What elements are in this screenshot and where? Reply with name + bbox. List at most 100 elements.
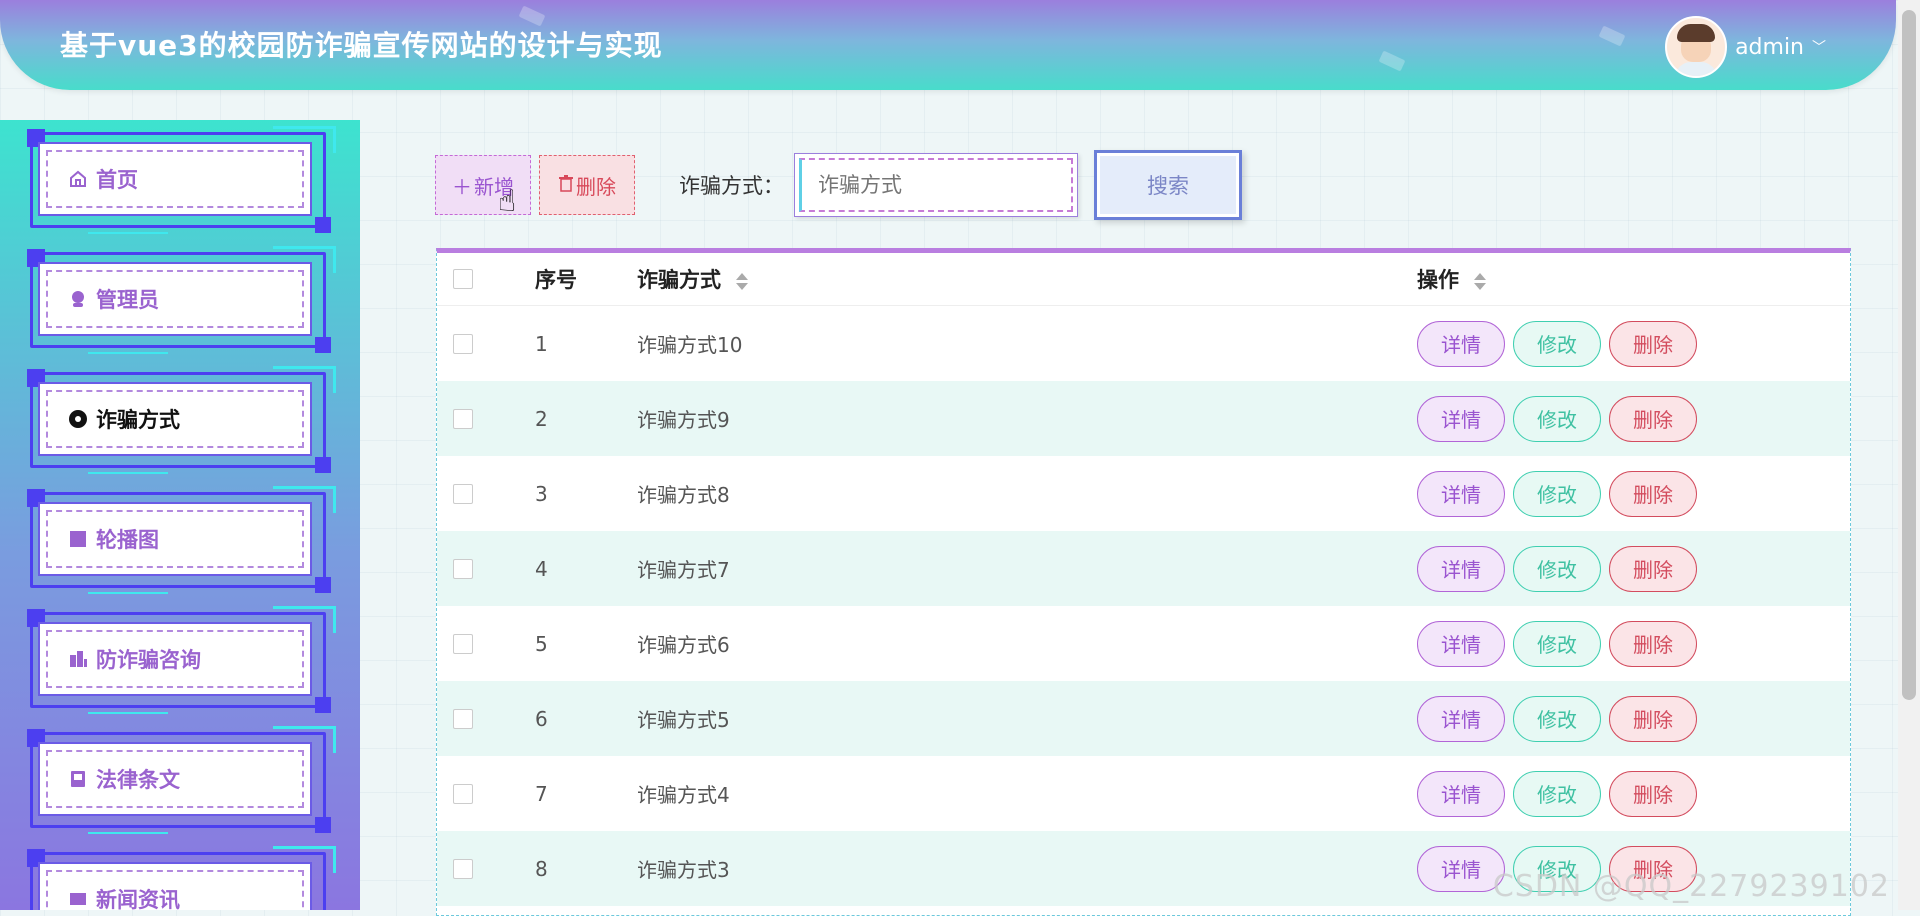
- row-checkbox[interactable]: [453, 783, 473, 804]
- column-header-op-label: 操作: [1417, 268, 1459, 292]
- sidebar-item-label: 防诈骗咨询: [96, 648, 201, 672]
- header-decoration: [1378, 50, 1406, 72]
- circle-icon: [68, 409, 88, 429]
- select-all-checkbox[interactable]: [453, 269, 473, 289]
- edit-button[interactable]: 修改: [1513, 395, 1601, 442]
- book-icon: [68, 769, 88, 789]
- search-input[interactable]: [799, 158, 1073, 212]
- row-checkbox[interactable]: [453, 708, 473, 729]
- hand-cursor-icon: ☝: [498, 184, 517, 219]
- edit-button[interactable]: 修改: [1513, 770, 1601, 817]
- table-header: 序号 诈骗方式 操作: [437, 253, 1850, 306]
- detail-button[interactable]: 详情: [1417, 845, 1505, 892]
- sidebar-item-carousel[interactable]: 轮播图: [27, 486, 336, 594]
- table-body: 1 诈骗方式10 详情 修改 删除 2 诈骗方式9 详情 修改 删除 3 诈骗方…: [437, 306, 1850, 906]
- row-name: 诈骗方式5: [637, 708, 730, 732]
- sidebar-item-consult[interactable]: 防诈骗咨询: [27, 606, 336, 714]
- delete-button-label: 删除: [576, 174, 616, 199]
- edit-button[interactable]: 修改: [1513, 695, 1601, 742]
- column-header-op[interactable]: 操作: [1417, 264, 1487, 294]
- remove-button[interactable]: 删除: [1609, 620, 1697, 667]
- detail-button[interactable]: 详情: [1417, 620, 1505, 667]
- edit-button[interactable]: 修改: [1513, 320, 1601, 367]
- avatar[interactable]: [1665, 16, 1728, 78]
- remove-button[interactable]: 删除: [1609, 545, 1697, 592]
- edit-button[interactable]: 修改: [1513, 620, 1601, 667]
- detail-button[interactable]: 详情: [1417, 395, 1505, 442]
- table-row: 4 诈骗方式7 详情 修改 删除: [437, 531, 1850, 606]
- page-scrollbar[interactable]: [1898, 0, 1920, 910]
- sidebar-item-fraud-methods[interactable]: 诈骗方式: [27, 366, 336, 474]
- column-header-name[interactable]: 诈骗方式: [637, 264, 1417, 294]
- table-row: 6 诈骗方式5 详情 修改 删除: [437, 681, 1850, 756]
- search-field-wrapper: [794, 153, 1078, 217]
- detail-button[interactable]: 详情: [1417, 470, 1505, 517]
- delete-button[interactable]: 删除: [539, 155, 635, 215]
- detail-button[interactable]: 详情: [1417, 320, 1505, 367]
- column-header-no: 序号: [535, 268, 577, 292]
- detail-button[interactable]: 详情: [1417, 770, 1505, 817]
- remove-button[interactable]: 删除: [1609, 470, 1697, 517]
- scrollbar-thumb[interactable]: [1902, 10, 1916, 700]
- row-checkbox[interactable]: [453, 858, 473, 879]
- home-icon: [68, 169, 88, 189]
- row-name: 诈骗方式7: [637, 558, 730, 582]
- row-checkbox[interactable]: [453, 333, 473, 354]
- sidebar-item-label: 法律条文: [96, 768, 180, 792]
- edit-button[interactable]: 修改: [1513, 545, 1601, 592]
- table-row: 5 诈骗方式6 详情 修改 删除: [437, 606, 1850, 681]
- sidebar-item-label: 诈骗方式: [96, 408, 180, 432]
- row-no: 5: [535, 631, 548, 656]
- table-row: 2 诈骗方式9 详情 修改 删除: [437, 381, 1850, 456]
- row-no: 6: [535, 706, 548, 731]
- news-icon: [68, 889, 88, 909]
- table-row: 1 诈骗方式10 详情 修改 删除: [437, 306, 1850, 381]
- table-row: 3 诈骗方式8 详情 修改 删除: [437, 456, 1850, 531]
- row-name: 诈骗方式3: [637, 858, 730, 882]
- sidebar-item-news[interactable]: 新闻资讯: [27, 846, 336, 910]
- row-name: 诈骗方式6: [637, 633, 730, 657]
- row-checkbox[interactable]: [453, 483, 473, 504]
- data-table: 序号 诈骗方式 操作 1 诈骗方式10 详情 修改 删除 2 诈骗方式9 详情: [436, 248, 1851, 916]
- row-name: 诈骗方式8: [637, 483, 730, 507]
- chevron-down-icon[interactable]: ﹀: [1812, 37, 1826, 57]
- edit-button[interactable]: 修改: [1513, 470, 1601, 517]
- row-no: 8: [535, 856, 548, 881]
- toolbar: ＋ 新增 删除 诈骗方式： 搜索: [435, 150, 1242, 220]
- square-icon: [68, 529, 88, 549]
- remove-button[interactable]: 删除: [1609, 770, 1697, 817]
- page-title: 基于vue3的校园防诈骗宣传网站的设计与实现: [60, 29, 663, 62]
- search-label: 诈骗方式：: [679, 174, 784, 198]
- sort-icon[interactable]: [1474, 272, 1487, 290]
- search-button[interactable]: 搜索: [1094, 150, 1242, 220]
- row-name: 诈骗方式10: [637, 333, 743, 357]
- add-button[interactable]: ＋ 新增: [435, 155, 531, 215]
- remove-button[interactable]: 删除: [1609, 695, 1697, 742]
- row-checkbox[interactable]: [453, 633, 473, 654]
- header-decoration: [1598, 25, 1626, 47]
- plus-icon: ＋: [452, 174, 472, 199]
- row-checkbox[interactable]: [453, 408, 473, 429]
- remove-button[interactable]: 删除: [1609, 320, 1697, 367]
- row-no: 2: [535, 406, 548, 431]
- sidebar-item-label: 首页: [96, 168, 138, 192]
- sidebar: 首页 管理员 诈骗方式 轮播图 防诈骗咨询 法律条文 新闻资讯: [0, 120, 360, 910]
- sort-icon[interactable]: [736, 272, 749, 290]
- user-icon: [68, 289, 88, 309]
- sidebar-item-admin[interactable]: 管理员: [27, 246, 336, 354]
- row-no: 1: [535, 331, 548, 356]
- row-no: 4: [535, 556, 548, 581]
- detail-button[interactable]: 详情: [1417, 695, 1505, 742]
- sidebar-item-label: 管理员: [96, 288, 159, 312]
- sidebar-item-laws[interactable]: 法律条文: [27, 726, 336, 834]
- watermark: CSDN @QQ_2279239102: [1492, 869, 1890, 904]
- username[interactable]: admin: [1735, 35, 1804, 60]
- sidebar-item-home[interactable]: 首页: [27, 126, 336, 234]
- table-row: 7 诈骗方式4 详情 修改 删除: [437, 756, 1850, 831]
- sidebar-item-label: 轮播图: [96, 528, 159, 552]
- row-checkbox[interactable]: [453, 558, 473, 579]
- user-menu[interactable]: admin ﹀: [1665, 16, 1826, 78]
- remove-button[interactable]: 删除: [1609, 395, 1697, 442]
- detail-button[interactable]: 详情: [1417, 545, 1505, 592]
- row-name: 诈骗方式9: [637, 408, 730, 432]
